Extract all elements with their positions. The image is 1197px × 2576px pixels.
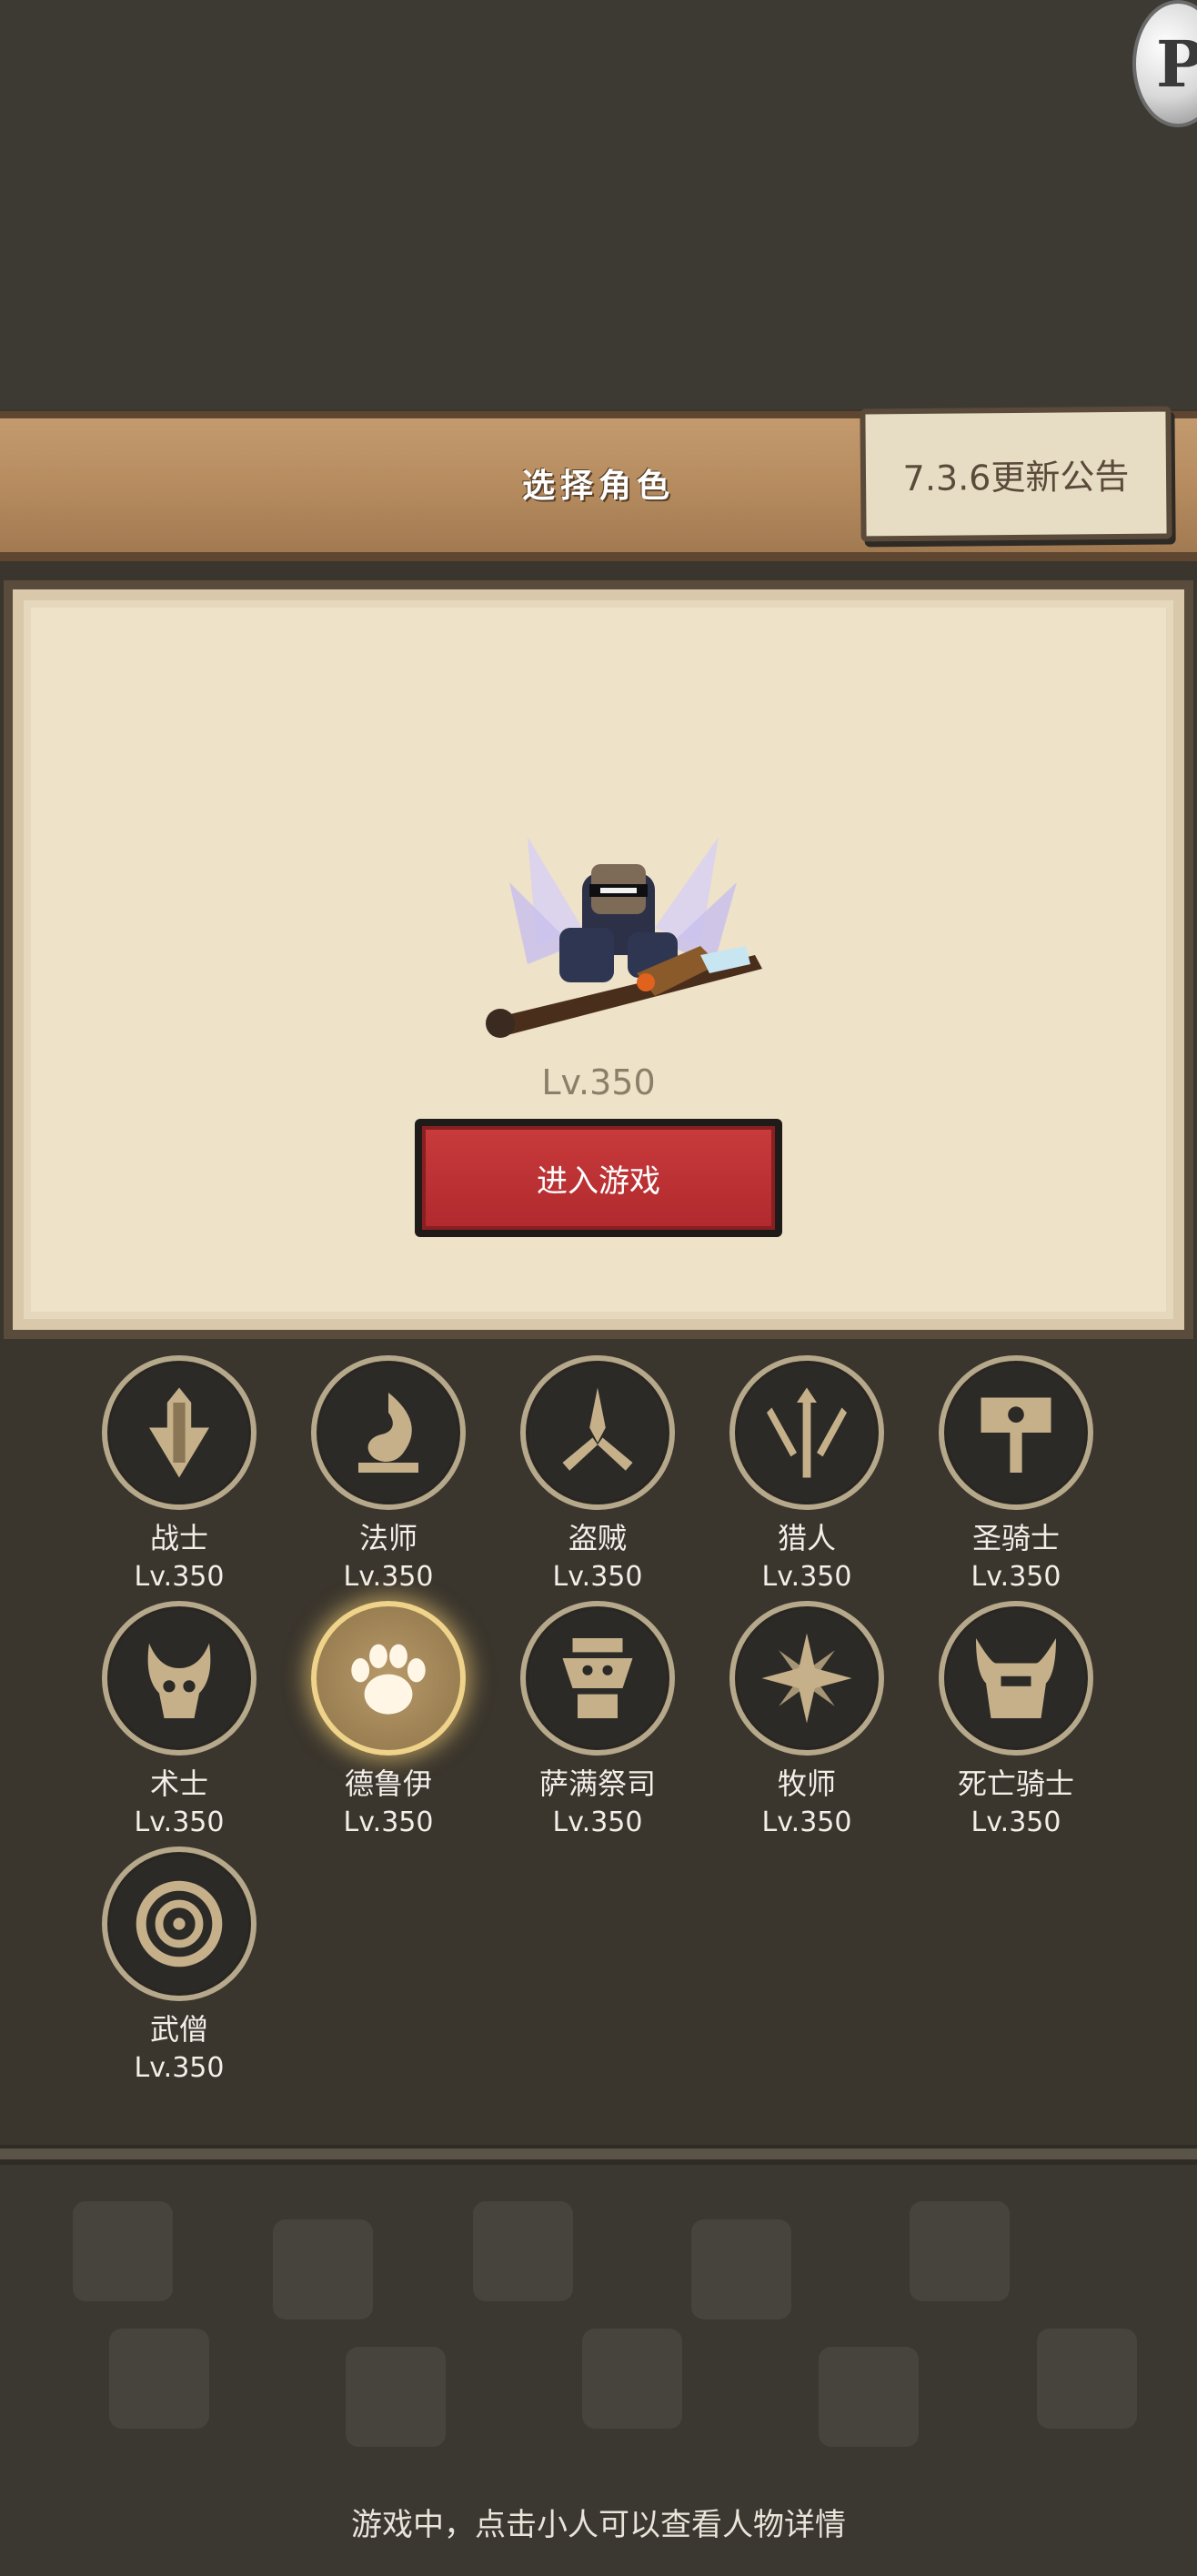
class-level: Lv.350 — [761, 1806, 852, 1838]
sword-shield-icon — [102, 1355, 256, 1510]
class-shaman[interactable]: 萨满祭司 Lv.350 — [493, 1601, 702, 1838]
class-name: 死亡骑士 — [957, 1766, 1074, 1801]
class-warlock[interactable]: 术士 Lv.350 — [75, 1601, 284, 1838]
watermark-emblem-icon — [109, 2329, 209, 2429]
watermark-emblem-icon — [1037, 2329, 1137, 2429]
class-name: 武僧 — [149, 2012, 208, 2047]
class-name: 战士 — [149, 1521, 208, 1555]
class-paladin[interactable]: 圣骑士 Lv.350 — [911, 1355, 1121, 1593]
watermark-emblem-icon — [346, 2347, 446, 2447]
crossed-daggers-icon — [520, 1355, 675, 1510]
class-monk[interactable]: 武僧 Lv.350 — [75, 1846, 284, 2084]
arrows-icon — [729, 1355, 884, 1510]
class-name: 圣骑士 — [971, 1521, 1060, 1555]
class-level: Lv.350 — [343, 1806, 434, 1838]
class-name: 德鲁伊 — [344, 1766, 432, 1801]
demon-skull-icon — [102, 1601, 256, 1756]
watermark-emblem-icon — [273, 2219, 373, 2319]
star-burst-icon — [729, 1601, 884, 1756]
update-notice-button[interactable]: 7.3.6更新公告 — [860, 406, 1172, 542]
class-hunter[interactable]: 猎人 Lv.350 — [702, 1355, 911, 1593]
class-name: 法师 — [358, 1521, 417, 1555]
class-selection-grid: 战士 Lv.350 法师 Lv.350 盗贼 Lv.350 猎人 Lv.350 … — [0, 1355, 1197, 2084]
class-name: 萨满祭司 — [538, 1766, 656, 1801]
class-level: Lv.350 — [971, 1561, 1061, 1593]
watermark-emblem-icon — [691, 2219, 791, 2319]
class-name: 术士 — [149, 1766, 208, 1801]
class-death-knight[interactable]: 死亡骑士 Lv.350 — [911, 1601, 1121, 1838]
top-empty-area — [0, 0, 1197, 409]
footer-hint: 游戏中，点击小人可以查看人物详情 — [351, 2507, 846, 2543]
watermark-emblem-icon — [73, 2201, 173, 2301]
class-level: Lv.350 — [343, 1561, 434, 1593]
class-name: 盗贼 — [568, 1521, 627, 1555]
section-divider — [0, 2145, 1197, 2165]
class-level: Lv.350 — [761, 1561, 852, 1593]
watermark-emblem-icon — [473, 2201, 573, 2301]
class-priest[interactable]: 牧师 Lv.350 — [702, 1601, 911, 1838]
paw-icon — [311, 1601, 466, 1756]
watermark-emblem-icon — [819, 2347, 919, 2447]
horned-helm-icon — [939, 1601, 1093, 1756]
totem-icon — [520, 1601, 675, 1756]
flame-swirl-icon — [311, 1355, 466, 1510]
class-level: Lv.350 — [134, 1806, 225, 1838]
class-rogue[interactable]: 盗贼 Lv.350 — [493, 1355, 702, 1593]
enter-game-label: 进入游戏 — [422, 1126, 775, 1230]
character-sprite[interactable] — [473, 819, 773, 1064]
character-level: Lv.350 — [541, 1062, 656, 1102]
watermark-emblem-icon — [910, 2201, 1010, 2301]
hammer-icon — [939, 1355, 1093, 1510]
class-name: 牧师 — [777, 1766, 836, 1801]
class-mage[interactable]: 法师 Lv.350 — [284, 1355, 493, 1593]
class-level: Lv.350 — [552, 1561, 643, 1593]
spiral-icon — [102, 1846, 256, 2001]
class-warrior[interactable]: 战士 Lv.350 — [75, 1355, 284, 1593]
class-level: Lv.350 — [552, 1806, 643, 1838]
class-name: 猎人 — [777, 1521, 836, 1555]
enter-game-button[interactable]: 进入游戏 — [415, 1119, 782, 1237]
class-level: Lv.350 — [971, 1806, 1061, 1838]
class-level: Lv.350 — [134, 2052, 225, 2084]
class-druid[interactable]: 德鲁伊 Lv.350 — [284, 1601, 493, 1838]
watermark-emblem-icon — [582, 2329, 682, 2429]
class-level: Lv.350 — [134, 1561, 225, 1593]
